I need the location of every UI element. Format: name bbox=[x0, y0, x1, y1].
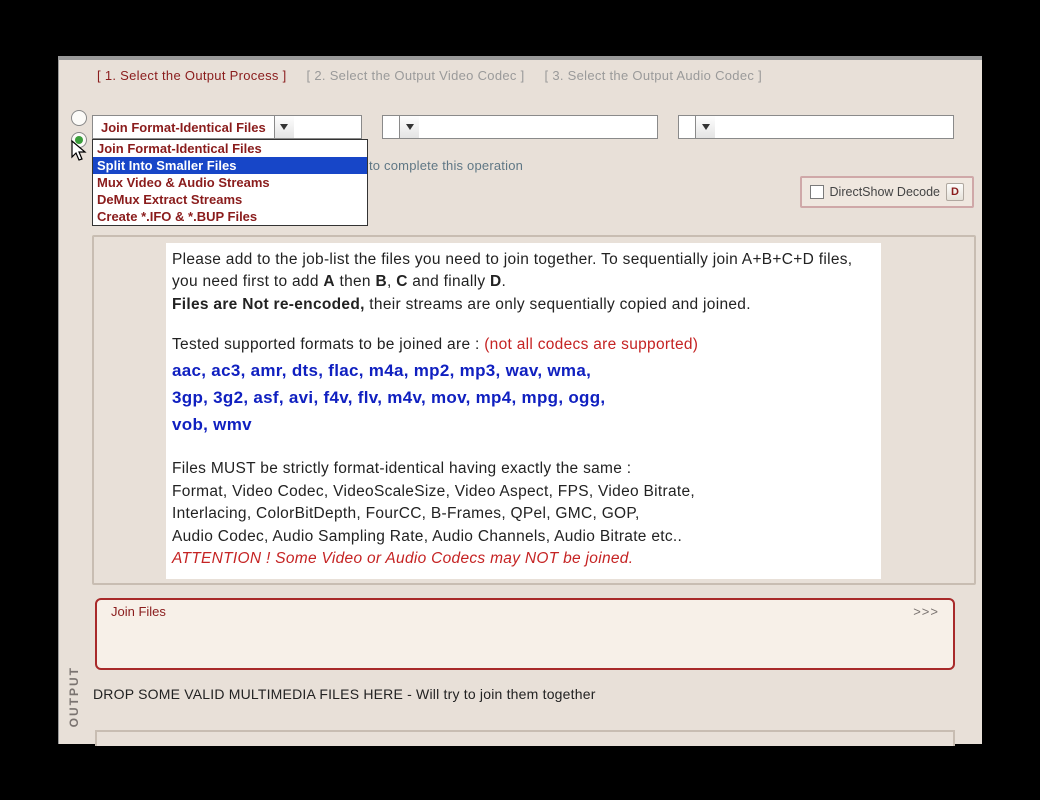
supported-formats-line: 3gp, 3g2, asf, avi, f4v, flv, m4v, mov, … bbox=[172, 388, 605, 407]
directshow-decode-panel: DirectShow Decode D bbox=[800, 176, 974, 208]
supported-formats-line: vob, wmv bbox=[172, 415, 252, 434]
text: Format, Video Codec, VideoScaleSize, Vid… bbox=[172, 483, 695, 500]
dropdown-row: Join Format-Identical Files bbox=[92, 115, 954, 139]
dropdown-option[interactable]: DeMux Extract Streams bbox=[93, 191, 367, 208]
chevron-down-icon bbox=[695, 116, 715, 138]
step-2-label: [ 2. Select the Output Video Codec ] bbox=[307, 68, 525, 83]
mode-radio-1[interactable] bbox=[71, 110, 87, 126]
directshow-checkbox[interactable] bbox=[810, 185, 824, 199]
output-process-dropdown-menu: Join Format-Identical Files Split Into S… bbox=[92, 139, 368, 226]
text: Files MUST be strictly format-identical … bbox=[172, 460, 631, 477]
step-1-label: [ 1. Select the Output Process ] bbox=[97, 68, 287, 83]
text: and finally bbox=[408, 273, 490, 290]
dropdown-option[interactable]: Mux Video & Audio Streams bbox=[93, 174, 367, 191]
directshow-label: DirectShow Decode bbox=[830, 185, 940, 199]
supported-formats-line: aac, ac3, amr, dts, flac, m4a, mp2, mp3,… bbox=[172, 361, 591, 380]
output-box[interactable]: Join Files >>> bbox=[95, 598, 955, 670]
video-codec-dropdown[interactable] bbox=[382, 115, 658, 139]
output-more-indicator[interactable]: >>> bbox=[913, 604, 939, 619]
directshow-settings-button[interactable]: D bbox=[946, 183, 964, 201]
step-header-row: [ 1. Select the Output Process ] [ 2. Se… bbox=[59, 60, 982, 83]
text: . bbox=[502, 273, 507, 290]
drop-hint-text: DROP SOME VALID MULTIMEDIA FILES HERE - … bbox=[93, 686, 596, 702]
output-process-dropdown[interactable]: Join Format-Identical Files bbox=[92, 115, 362, 139]
text: C bbox=[396, 273, 408, 290]
lower-panel bbox=[95, 730, 955, 746]
text: Please add to the job-list the files you… bbox=[172, 251, 852, 290]
status-text: to complete this operation bbox=[369, 158, 523, 173]
text: B bbox=[375, 273, 387, 290]
text: D bbox=[490, 273, 502, 290]
text: Audio Codec, Audio Sampling Rate, Audio … bbox=[172, 528, 682, 545]
app-window: [ 1. Select the Output Process ] [ 2. Se… bbox=[58, 56, 982, 744]
mode-radio-group bbox=[71, 110, 87, 148]
dropdown-option[interactable]: Create *.IFO & *.BUP Files bbox=[93, 208, 367, 225]
output-process-value: Join Format-Identical Files bbox=[93, 120, 274, 135]
text: , bbox=[387, 273, 396, 290]
chevron-down-icon bbox=[274, 116, 294, 138]
text: (not all codecs are supported) bbox=[484, 336, 698, 353]
step-3-label: [ 3. Select the Output Audio Codec ] bbox=[545, 68, 763, 83]
attention-text: ATTENTION ! Some Video or Audio Codecs m… bbox=[172, 550, 633, 567]
dropdown-option[interactable]: Split Into Smaller Files bbox=[93, 157, 367, 174]
audio-codec-dropdown[interactable] bbox=[678, 115, 954, 139]
mode-radio-2[interactable] bbox=[71, 132, 87, 148]
text: then bbox=[335, 273, 376, 290]
text: their streams are only sequentially copi… bbox=[365, 296, 751, 313]
instructions-panel: Please add to the job-list the files you… bbox=[92, 235, 976, 585]
text: A bbox=[323, 273, 335, 290]
text: Files are Not re-encoded, bbox=[172, 296, 365, 313]
text: Interlacing, ColorBitDepth, FourCC, B-Fr… bbox=[172, 505, 640, 522]
instructions-text: Please add to the job-list the files you… bbox=[166, 243, 881, 579]
text: Tested supported formats to be joined ar… bbox=[172, 336, 484, 353]
dropdown-option[interactable]: Join Format-Identical Files bbox=[93, 140, 367, 157]
output-section-label: OUTPUT bbox=[67, 666, 81, 727]
chevron-down-icon bbox=[399, 116, 419, 138]
output-title: Join Files bbox=[111, 604, 166, 619]
